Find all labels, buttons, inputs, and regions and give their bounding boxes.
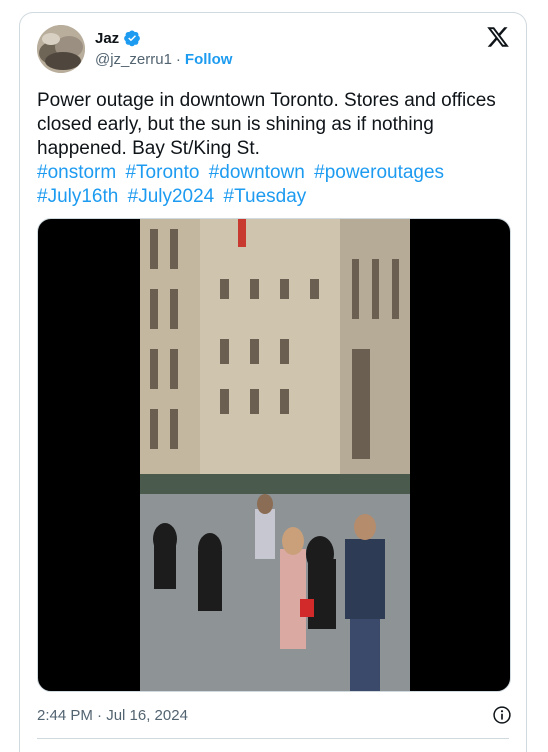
hashtag-link[interactable]: #July16th [37, 186, 118, 207]
separator-dot: · [175, 51, 181, 68]
x-logo-icon[interactable] [486, 25, 512, 51]
hashtag-link[interactable]: #July2024 [128, 186, 215, 207]
hashtag-link[interactable]: #onstorm [37, 162, 116, 183]
author-name-row: Jaz [95, 29, 141, 47]
author-name[interactable]: Jaz [95, 30, 119, 47]
video-player[interactable] [37, 218, 511, 692]
tweet-footer: 2:44 PM · Jul 16, 2024 [37, 703, 512, 727]
verified-badge-icon [123, 29, 141, 47]
follow-button[interactable]: Follow [185, 51, 233, 68]
hashtag-link[interactable]: #Tuesday [224, 186, 307, 207]
hashtag-link[interactable]: #poweroutages [314, 162, 444, 183]
author-handle[interactable]: @jz_zerru1 [95, 51, 172, 68]
hashtag-link[interactable]: #downtown [209, 162, 305, 183]
hashtag-link[interactable]: #Toronto [125, 162, 199, 183]
divider [37, 738, 509, 739]
info-icon[interactable] [492, 705, 512, 725]
hashtag-list: #onstorm #Toronto #downtown #poweroutage… [37, 161, 507, 209]
avatar[interactable] [37, 25, 85, 73]
tweet-body: Power outage in downtown Toronto. Stores… [37, 89, 507, 209]
author-handle-row: @jz_zerru1 · Follow [95, 51, 232, 68]
timestamp[interactable]: 2:44 PM · Jul 16, 2024 [37, 707, 188, 724]
video-frame[interactable] [140, 219, 410, 691]
tweet-text: Power outage in downtown Toronto. Stores… [37, 90, 496, 159]
tweet-card: Jaz @jz_zerru1 · Follow Power outage in … [19, 12, 527, 752]
tweet-header: Jaz @jz_zerru1 · Follow [37, 25, 512, 77]
